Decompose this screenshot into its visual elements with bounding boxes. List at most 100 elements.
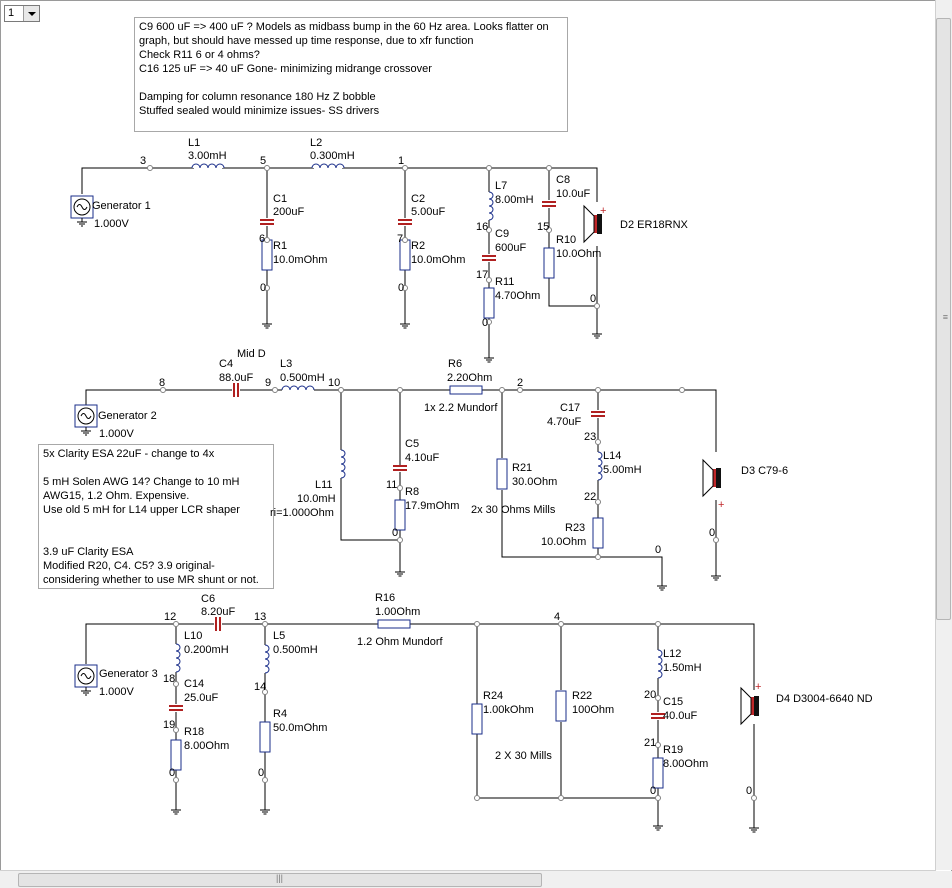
inductor-L1[interactable] bbox=[191, 163, 225, 169]
C8-label: C8 bbox=[556, 174, 570, 186]
node-0: 0 bbox=[398, 282, 404, 294]
inductor-L11[interactable] bbox=[340, 449, 346, 479]
capacitor-C8[interactable] bbox=[541, 201, 557, 207]
ground-icon bbox=[591, 327, 603, 339]
inductor-L10[interactable] bbox=[175, 643, 181, 673]
node-10: 10 bbox=[328, 377, 340, 389]
L5-label: L5 bbox=[273, 630, 285, 642]
C17-value: 4.70uF bbox=[547, 416, 582, 428]
scroll-corner bbox=[936, 871, 952, 888]
node-8: 8 bbox=[159, 377, 165, 389]
node-0: 0 bbox=[260, 282, 266, 294]
R6-label: R6 bbox=[448, 358, 462, 370]
node-4: 4 bbox=[554, 611, 560, 623]
L12-value: 1.50mH bbox=[663, 662, 702, 674]
resistor-R21[interactable] bbox=[496, 458, 508, 490]
L11-label: L11 bbox=[315, 479, 333, 491]
L7-value: 8.00mH bbox=[495, 194, 534, 206]
L10-value: 0.200mH bbox=[184, 644, 229, 656]
generator-2-label: Generator 2 bbox=[98, 410, 157, 422]
node-23: 23 bbox=[584, 431, 596, 443]
generator-1-label: Generator 1 bbox=[92, 200, 151, 212]
node-13: 13 bbox=[254, 611, 266, 623]
inductor-L7[interactable] bbox=[488, 191, 494, 221]
L3-value: 0.500mH bbox=[280, 372, 325, 384]
inductor-L2[interactable] bbox=[311, 163, 345, 169]
capacitor-C9[interactable] bbox=[481, 255, 497, 261]
inductor-L12[interactable] bbox=[657, 649, 663, 679]
capacitor-C6[interactable] bbox=[215, 616, 221, 632]
resistor-R8[interactable] bbox=[394, 499, 406, 531]
R22-label: R22 bbox=[572, 690, 592, 702]
ground-icon bbox=[399, 317, 411, 329]
horizontal-scrollbar[interactable]: ||| bbox=[0, 870, 936, 888]
resistor-R6[interactable] bbox=[449, 385, 483, 395]
R18-label: R18 bbox=[184, 726, 204, 738]
capacitor-C17[interactable] bbox=[590, 411, 606, 417]
speaker-icon[interactable] bbox=[702, 459, 722, 497]
L11-ri: ri=1.000Ohm bbox=[270, 507, 334, 519]
C14-value: 25.0uF bbox=[184, 692, 219, 704]
R23-value: 10.0Ohm bbox=[541, 536, 586, 548]
D4-label: D4 D3004-6640 ND bbox=[776, 693, 873, 705]
R11-value: 4.70Ohm bbox=[495, 290, 540, 302]
generator-1-icon[interactable] bbox=[70, 195, 94, 227]
C9-label: C9 bbox=[495, 228, 509, 240]
R2-value: 10.0mOhm bbox=[411, 254, 465, 266]
inductor-L5[interactable] bbox=[264, 644, 270, 674]
capacitor-C4[interactable] bbox=[233, 382, 239, 398]
C6-label: C6 bbox=[201, 593, 215, 605]
polarity-plus: + bbox=[600, 205, 606, 217]
capacitor-C5[interactable] bbox=[392, 465, 408, 471]
R21-note: 2x 30 Ohms Mills bbox=[471, 504, 556, 516]
ground-icon bbox=[748, 821, 760, 833]
node-0: 0 bbox=[482, 317, 488, 329]
ground-icon bbox=[170, 803, 182, 815]
capacitor-C1[interactable] bbox=[259, 219, 275, 225]
resistor-R19[interactable] bbox=[652, 757, 664, 789]
R21-value: 30.0Ohm bbox=[512, 476, 557, 488]
generator-3-value: 1.000V bbox=[99, 686, 135, 698]
ground-icon bbox=[656, 579, 668, 591]
resistor-R4[interactable] bbox=[259, 721, 271, 753]
capacitor-C2[interactable] bbox=[397, 219, 413, 225]
C2-value: 5.00uF bbox=[411, 206, 446, 218]
node-0: 0 bbox=[258, 767, 264, 779]
C2-label: C2 bbox=[411, 193, 425, 205]
node-0: 0 bbox=[650, 785, 656, 797]
node-0: 0 bbox=[655, 544, 661, 556]
C6-value: 8.20uF bbox=[201, 606, 236, 618]
generator-2-value: 1.000V bbox=[99, 428, 135, 440]
C5-value: 4.10uF bbox=[405, 452, 440, 464]
resistor-R16[interactable] bbox=[377, 619, 411, 629]
vertical-scrollbar[interactable]: ≡ bbox=[935, 0, 952, 870]
ground-icon bbox=[483, 351, 495, 363]
inductor-L14[interactable] bbox=[597, 451, 603, 481]
resistor-R18[interactable] bbox=[170, 739, 182, 771]
generator-2-icon[interactable] bbox=[74, 404, 98, 436]
R8-label: R8 bbox=[405, 486, 419, 498]
speaker-icon[interactable] bbox=[740, 687, 760, 725]
R4-label: R4 bbox=[273, 708, 287, 720]
generator-3-icon[interactable] bbox=[74, 664, 98, 696]
R10-value: 10.0Ohm bbox=[556, 248, 601, 260]
resistor-R24[interactable] bbox=[471, 703, 483, 735]
capacitor-C14[interactable] bbox=[168, 705, 184, 711]
resistor-R23[interactable] bbox=[592, 517, 604, 549]
L7-label: L7 bbox=[495, 180, 507, 192]
C15-value: 40.0uF bbox=[663, 710, 698, 722]
L3-label: L3 bbox=[280, 358, 292, 370]
resistor-R11[interactable] bbox=[483, 287, 495, 319]
C15-label: C15 bbox=[663, 696, 683, 708]
node-2: 2 bbox=[517, 377, 523, 389]
node-0: 0 bbox=[746, 785, 752, 797]
R22-note: 2 X 30 Mills bbox=[495, 750, 552, 762]
L1-label: L1 bbox=[188, 137, 200, 149]
resistor-R22[interactable] bbox=[555, 690, 567, 722]
C8-value: 10.0uF bbox=[556, 188, 591, 200]
inductor-L3[interactable] bbox=[281, 385, 315, 391]
grip-icon: ≡ bbox=[942, 312, 948, 322]
node-1: 1 bbox=[398, 155, 404, 167]
resistor-R10[interactable] bbox=[543, 247, 555, 279]
L12-label: L12 bbox=[663, 648, 681, 660]
